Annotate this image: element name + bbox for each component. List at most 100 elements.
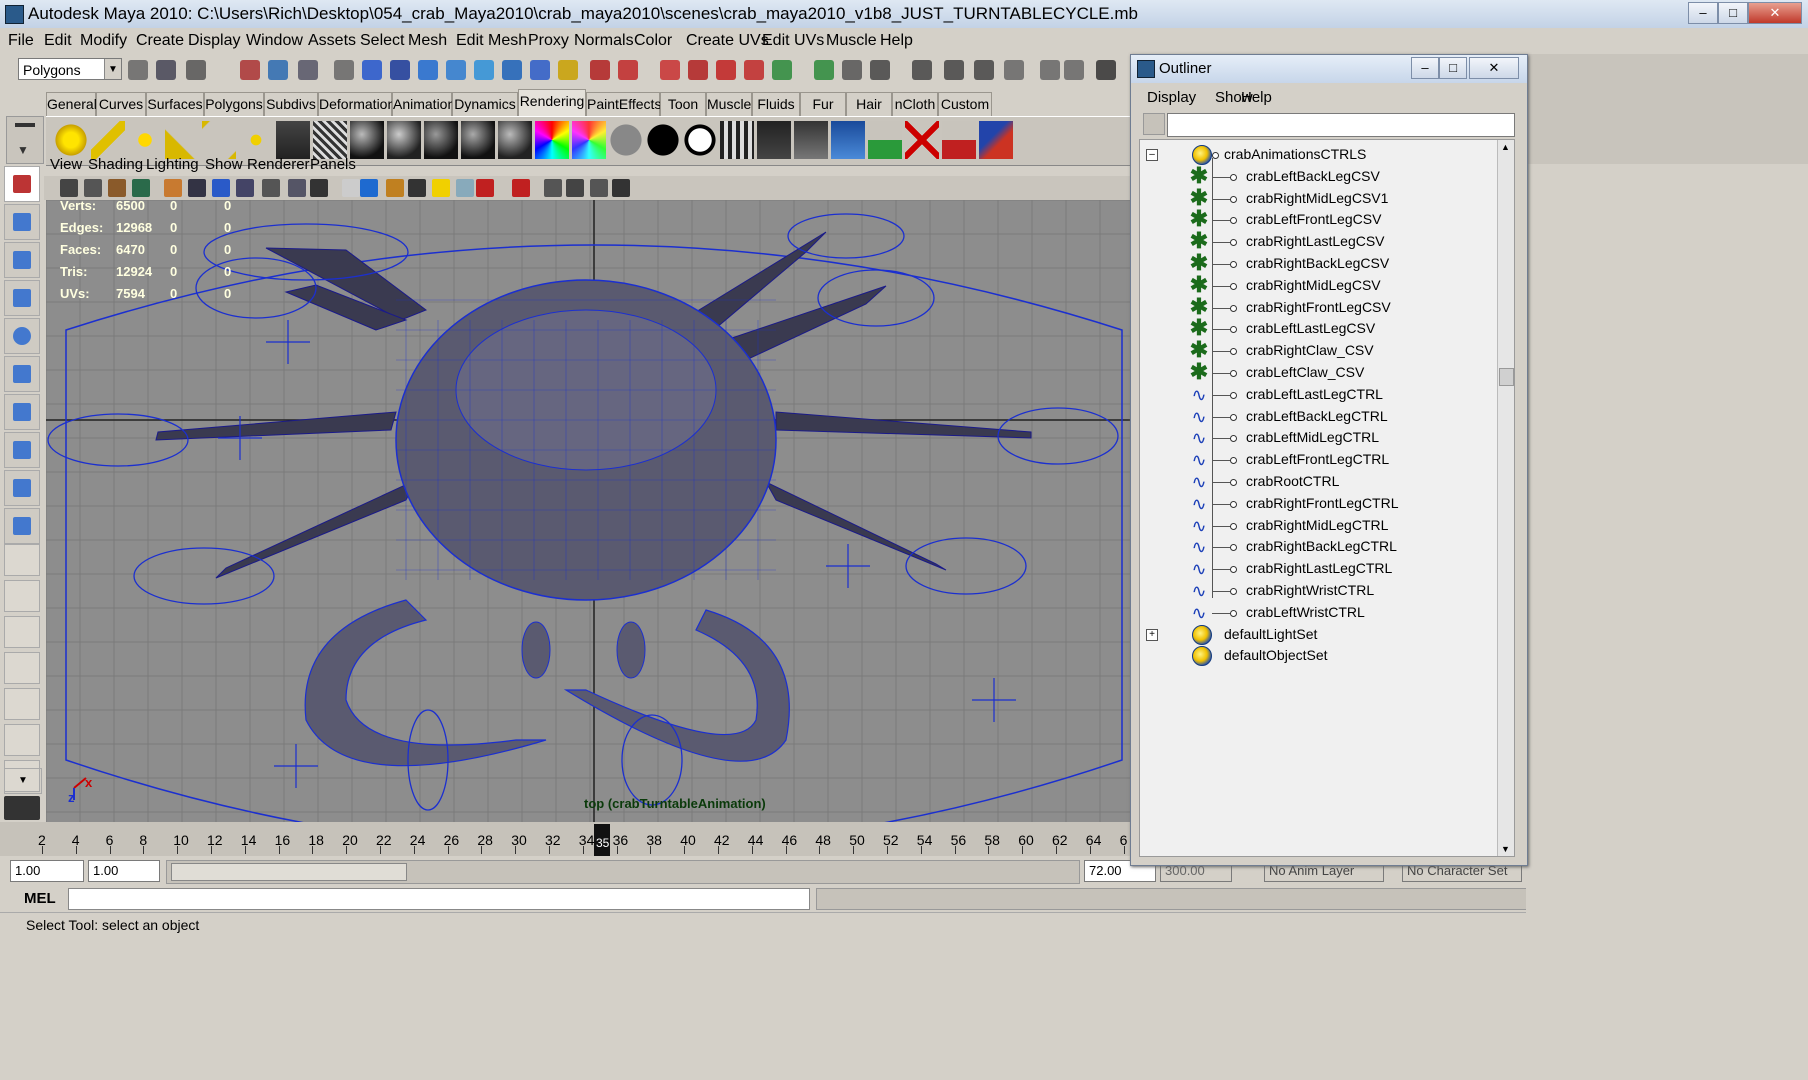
status-tool-icon[interactable] [502,60,522,80]
status-tool-icon[interactable] [240,60,260,80]
status-tool-icon[interactable] [530,60,550,80]
menu-select[interactable]: Select [360,32,404,50]
menu-normals[interactable]: Normals [574,32,634,50]
outliner-item[interactable]: ∿ crabLeftWristCTRL [1140,602,1496,624]
shelf-tab-muscle[interactable]: Muscle [706,92,752,117]
range-slider-handle[interactable] [171,863,407,881]
image-plane-icon[interactable] [132,179,150,197]
status-tool-icon[interactable] [334,60,354,80]
menu-window[interactable]: Window [246,32,303,50]
outliner-item[interactable]: ∿ crabRightBackLegCTRL [1140,536,1496,558]
gate-mask-icon[interactable] [236,179,254,197]
outliner-list[interactable]: ▲ ▼ – crabAnimationsCTRLS ✱ crabLeftBackLeg… [1139,139,1515,857]
outliner-menu-display[interactable]: Display [1147,89,1196,106]
status-tool-icon[interactable] [298,60,318,80]
wireframe-icon[interactable] [342,179,360,197]
rotate-tool-icon[interactable] [4,318,40,354]
safe-action-icon[interactable] [288,179,306,197]
status-tool-icon[interactable] [944,60,964,80]
hypershade-icon[interactable] [831,121,865,159]
menu-edit-uvs[interactable]: Edit UVs [762,32,824,50]
panel-menu-shading[interactable]: Shading [88,156,143,173]
paint-brush-icon[interactable] [979,121,1013,159]
status-tool-icon[interactable] [974,60,994,80]
status-tool-icon[interactable] [268,60,288,80]
shelf-tab-curves[interactable]: Curves [96,92,146,117]
menu-edit[interactable]: Edit [44,32,72,50]
scrollbar-thumb[interactable] [1499,368,1514,386]
shelf-tab-toon[interactable]: Toon [660,92,706,117]
ramp-shader-icon[interactable] [535,121,569,159]
status-tool-icon[interactable] [618,60,638,80]
scale-tool-icon[interactable] [4,356,40,392]
area-light-icon[interactable] [202,121,236,159]
directional-light-icon[interactable] [91,121,125,159]
menu-proxy[interactable]: Proxy [528,32,569,50]
status-tool-icon[interactable] [418,60,438,80]
outliner-persp-icon[interactable] [4,616,40,648]
phong-sphere-icon[interactable] [424,121,458,159]
status-tool-icon[interactable] [558,60,578,80]
clapper-render-icon[interactable] [720,121,754,159]
outliner-filter-input[interactable] [1167,113,1515,137]
grid-icon[interactable] [164,179,182,197]
status-tool-icon[interactable] [474,60,494,80]
collapse-icon[interactable]: – [1146,149,1158,161]
maximize-button[interactable]: □ [1718,2,1748,24]
viewport-top[interactable] [46,200,1130,822]
expand-icon[interactable]: + [1146,628,1158,641]
menu-assets[interactable]: Assets [308,32,356,50]
scroll-down-icon[interactable]: ▼ [1501,844,1510,854]
menu-help[interactable]: Help [880,32,913,50]
range-slider-track[interactable] [166,860,1080,884]
outliner-scrollbar[interactable]: ▲ ▼ [1497,140,1514,856]
paint-select-tool-icon[interactable] [4,242,40,278]
shelf-tab-painteffects[interactable]: PaintEffects [586,92,661,117]
status-tool-icon[interactable] [1004,60,1024,80]
panel-menu-panels[interactable]: Panels [310,156,356,173]
menu-display[interactable]: Display [188,32,240,50]
bookmarks-icon[interactable] [108,179,126,197]
xray-icon[interactable] [476,179,494,197]
shelf-tab-fluids[interactable]: Fluids [752,92,800,117]
dope-sheet-icon[interactable] [4,724,40,756]
outliner-item[interactable]: ∿ crabRightWristCTRL [1140,580,1496,602]
smooth-shade-icon[interactable] [360,179,378,197]
shelf-tab-custom[interactable]: Custom [938,92,992,117]
outliner-item[interactable]: ∿ crabRightLastLegCTRL [1140,558,1496,580]
outliner-menu-help[interactable]: Help [1241,89,1272,106]
menu-mesh[interactable]: Mesh [408,32,447,50]
volume-light-icon[interactable] [239,121,273,159]
status-tool-icon[interactable] [688,60,708,80]
status-tool-icon[interactable] [156,60,176,80]
playback-start-field[interactable]: 1.00 [88,860,160,882]
shadows-icon[interactable] [456,179,474,197]
outliner-close-button[interactable]: ✕ [1469,57,1519,79]
select-tool-icon[interactable] [4,166,40,202]
status-tool-icon[interactable] [716,60,736,80]
outliner-item[interactable]: ∿ crabLeftBackLegCTRL [1140,406,1496,428]
lambert-sphere-icon[interactable] [350,121,384,159]
status-tool-icon[interactable] [1040,60,1060,80]
outliner-minimize-button[interactable]: – [1411,57,1439,79]
menu-create[interactable]: Create [136,32,184,50]
camera-toggle-icon[interactable] [612,179,630,197]
current-time-marker[interactable]: 35 [594,824,610,856]
shelf-tab-hair[interactable]: Hair [846,92,892,117]
frame-all-icon[interactable] [566,179,584,197]
select-camera-icon[interactable] [60,179,78,197]
outliner-item[interactable]: ✱ crabLeftClaw_CSV [1140,361,1496,384]
ambient-light-icon[interactable] [54,121,88,159]
camera-attributes-icon[interactable] [84,179,102,197]
outliner-item[interactable]: ∿ crabLeftMidLegCTRL [1140,427,1496,449]
menuset-dropdown[interactable]: Polygons ▼ [18,58,122,80]
resolution-gate-icon[interactable] [212,179,230,197]
shelf-tab-dynamics[interactable]: Dynamics [452,92,518,117]
menu-file[interactable]: File [8,32,34,50]
outliner-title-bar[interactable]: Outliner – □ ✕ [1131,55,1527,83]
status-tool-icon[interactable] [814,60,834,80]
shelf-tab-rendering[interactable]: Rendering [518,89,586,117]
shelf-tab-fur[interactable]: Fur [800,92,846,117]
spot-light-icon[interactable] [165,121,199,159]
outliner-item[interactable]: defaultObjectSet [1140,645,1496,667]
